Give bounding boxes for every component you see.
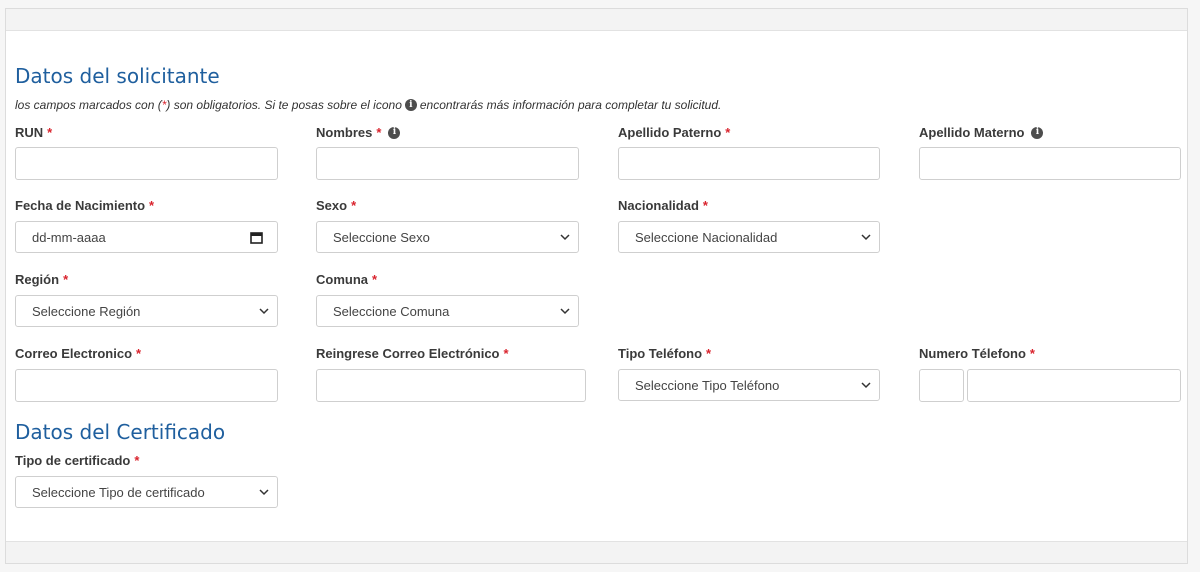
correo-input[interactable]	[15, 369, 278, 402]
label-sexo-text: Sexo	[316, 198, 348, 213]
comuna-select-value: Seleccione Comuna	[333, 303, 450, 319]
required-star: *	[149, 198, 155, 213]
label-correo: Correo Electronico *	[15, 346, 141, 361]
info-icon: i	[404, 99, 417, 111]
info-icon[interactable]: i	[1031, 126, 1044, 139]
required-fields-note: los campos marcados con (*) son obligato…	[15, 98, 721, 112]
calendar-icon[interactable]	[250, 231, 263, 244]
label-tipo-telefono-text: Tipo Teléfono	[618, 346, 703, 361]
label-comuna-text: Comuna	[316, 272, 368, 287]
nacionalidad-select[interactable]: Seleccione Nacionalidad	[618, 221, 880, 253]
nacionalidad-select-value: Seleccione Nacionalidad	[635, 229, 778, 245]
label-numero-telefono-text: Numero Télefono	[919, 346, 1026, 361]
tipo-telefono-select[interactable]: Seleccione Tipo Teléfono	[618, 369, 880, 401]
region-select[interactable]: Seleccione Región	[15, 295, 278, 327]
reingrese-correo-input[interactable]	[316, 369, 586, 402]
card-header	[6, 9, 1187, 31]
info-icon[interactable]: i	[388, 126, 401, 139]
note-text-3: encontrarás más información para complet…	[419, 98, 722, 112]
required-star: *	[136, 346, 142, 361]
note-text-1: los campos marcados con (	[15, 98, 162, 112]
region-select-value: Seleccione Región	[32, 303, 141, 319]
chevron-down-icon	[259, 308, 269, 315]
required-star: *	[63, 272, 69, 287]
telefono-codigo-input[interactable]	[919, 369, 964, 402]
required-star: *	[706, 346, 712, 361]
label-region-text: Región	[15, 272, 60, 287]
required-star: *	[725, 125, 731, 140]
required-star: *	[702, 198, 708, 213]
tipo-certificado-select[interactable]: Seleccione Tipo de certificado	[15, 476, 278, 508]
telefono-numero-input[interactable]	[967, 369, 1181, 402]
sexo-select[interactable]: Seleccione Sexo	[316, 221, 579, 253]
label-numero-telefono: Numero Télefono *	[919, 346, 1035, 361]
fecha-nacimiento-input[interactable]: dd-mm-aaaa	[15, 221, 278, 253]
chevron-down-icon	[560, 308, 570, 315]
chevron-down-icon	[560, 234, 570, 241]
label-sexo: Sexo *	[316, 198, 356, 213]
label-nombres: Nombres * i	[316, 125, 403, 140]
required-star: *	[47, 125, 53, 140]
section-title-applicant: Datos del solicitante	[15, 64, 220, 88]
label-nombres-text: Nombres	[316, 125, 373, 140]
label-tipo-telefono: Tipo Teléfono *	[618, 346, 711, 361]
label-fecha-nacimiento: Fecha de Nacimiento *	[15, 198, 154, 213]
label-reingrese-correo: Reingrese Correo Electrónico *	[316, 346, 509, 361]
required-star: *	[503, 346, 509, 361]
label-run: RUN *	[15, 125, 52, 140]
section-title-certificate: Datos del Certificado	[15, 420, 226, 444]
run-input[interactable]	[15, 147, 278, 180]
chevron-down-icon	[861, 382, 871, 389]
label-correo-text: Correo Electronico	[15, 346, 133, 361]
comuna-select[interactable]: Seleccione Comuna	[316, 295, 579, 327]
tipo-telefono-select-value: Seleccione Tipo Teléfono	[635, 377, 780, 393]
label-fecha-text: Fecha de Nacimiento	[15, 198, 146, 213]
label-apellido-paterno-text: Apellido Paterno	[618, 125, 722, 140]
required-star: *	[376, 125, 382, 140]
apellido-materno-input[interactable]	[919, 147, 1181, 180]
chevron-down-icon	[861, 234, 871, 241]
required-star: *	[372, 272, 378, 287]
label-nacionalidad: Nacionalidad *	[618, 198, 708, 213]
date-placeholder: dd-mm-aaaa	[32, 229, 106, 245]
note-text-2: ) son obligatorios. Si te posas sobre el…	[166, 98, 402, 112]
label-run-text: RUN	[15, 125, 44, 140]
label-apellido-materno-text: Apellido Materno	[919, 125, 1025, 140]
nombres-input[interactable]	[316, 147, 579, 180]
label-comuna: Comuna *	[316, 272, 377, 287]
required-star: *	[351, 198, 357, 213]
label-tipo-certificado-text: Tipo de certificado	[15, 453, 131, 468]
tipo-certificado-select-value: Seleccione Tipo de certificado	[32, 484, 205, 500]
required-star: *	[134, 453, 140, 468]
apellido-paterno-input[interactable]	[618, 147, 880, 180]
label-apellido-paterno: Apellido Paterno *	[618, 125, 730, 140]
label-tipo-certificado: Tipo de certificado *	[15, 453, 139, 468]
card-footer	[6, 541, 1187, 563]
label-reingrese-text: Reingrese Correo Electrónico	[316, 346, 500, 361]
label-region: Región *	[15, 272, 68, 287]
required-star: *	[1029, 346, 1035, 361]
label-nacionalidad-text: Nacionalidad	[618, 198, 699, 213]
label-apellido-materno: Apellido Materno i	[919, 125, 1046, 140]
sexo-select-value: Seleccione Sexo	[333, 229, 430, 245]
chevron-down-icon	[259, 489, 269, 496]
